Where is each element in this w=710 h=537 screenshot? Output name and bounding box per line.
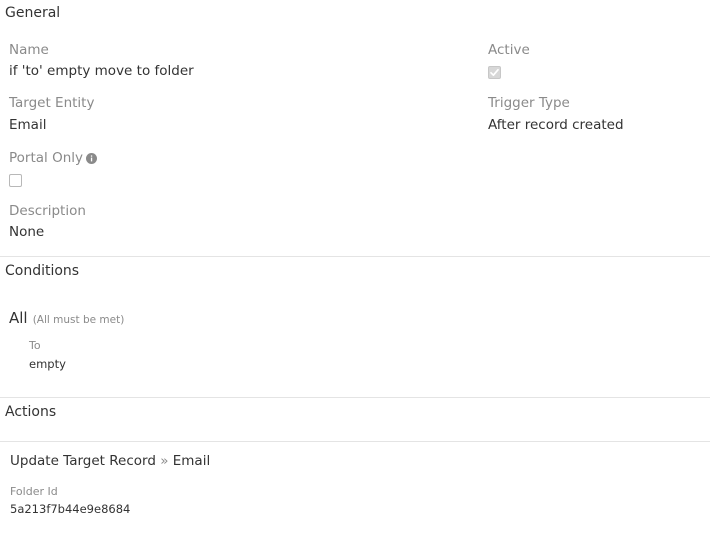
action-separator: » — [160, 453, 169, 469]
active-label: Active — [488, 42, 530, 58]
action-field-label: Folder Id — [10, 485, 58, 498]
condition-group-label: All — [9, 309, 28, 327]
info-icon[interactable] — [86, 153, 97, 164]
description-value: None — [9, 224, 45, 240]
portal-only-checkbox[interactable] — [9, 174, 22, 187]
action-field-value: 5a213f7b44e9e8684 — [10, 502, 131, 516]
general-section-title: General — [5, 5, 61, 21]
checkmark-icon — [490, 68, 499, 77]
trigger-type-label: Trigger Type — [488, 95, 570, 111]
condition-group-hint: (All must be met) — [32, 314, 125, 326]
conditions-section-title: Conditions — [5, 263, 80, 279]
condition-group-header: All (All must be met) — [9, 308, 124, 327]
action-entity: Email — [172, 453, 211, 469]
action-title: Update Target Record » Email — [10, 453, 210, 469]
section-divider — [0, 397, 710, 398]
description-label: Description — [9, 203, 86, 219]
target-entity-label: Target Entity — [9, 95, 95, 111]
portal-only-label: Portal Only — [9, 150, 83, 166]
target-entity-value: Email — [9, 117, 47, 133]
actions-header-divider — [0, 441, 710, 442]
actions-section-title: Actions — [5, 404, 57, 420]
name-label: Name — [9, 42, 49, 58]
action-type: Update Target Record — [10, 453, 156, 469]
condition-field-label: To — [29, 339, 41, 352]
section-divider — [0, 256, 710, 257]
trigger-type-value: After record created — [488, 117, 624, 133]
name-value: if 'to' empty move to folder — [9, 63, 194, 79]
active-checkbox[interactable] — [488, 66, 501, 79]
condition-value: empty — [29, 357, 66, 371]
